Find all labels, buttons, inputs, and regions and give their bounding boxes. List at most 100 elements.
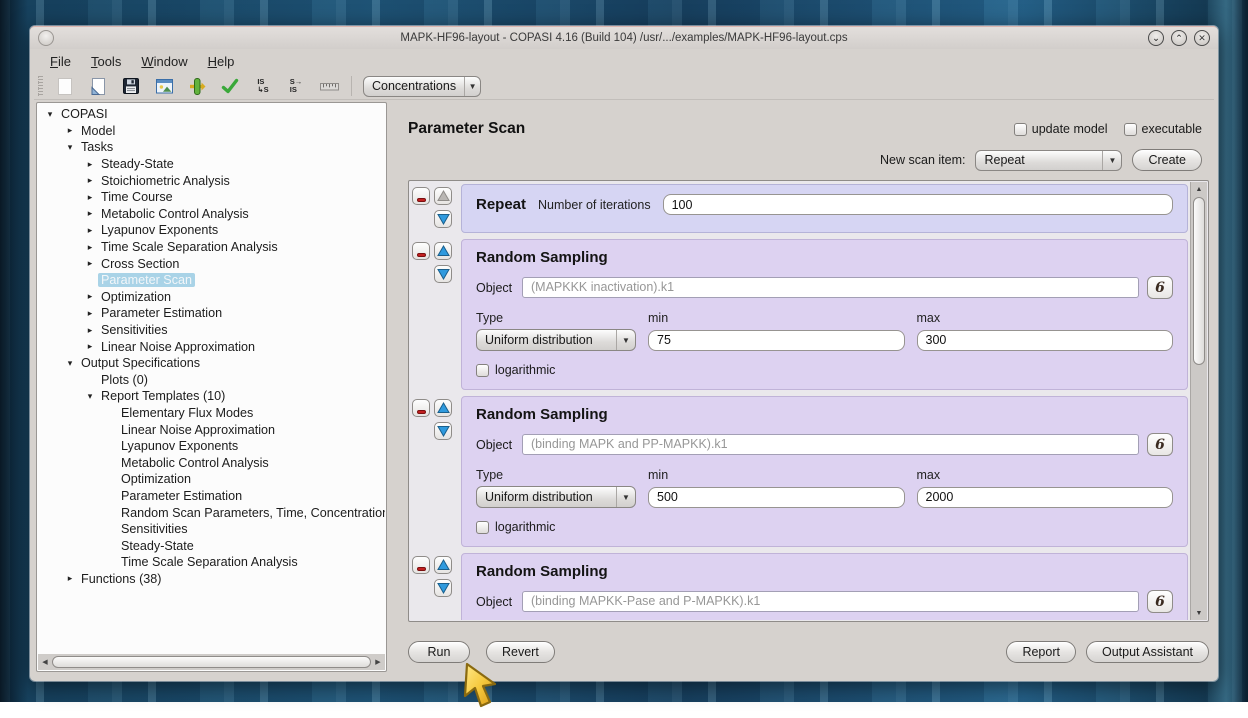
create-button[interactable]: Create <box>1132 149 1202 171</box>
scroll-down-icon[interactable]: ▼ <box>1191 606 1207 620</box>
remove-item-button[interactable] <box>412 399 430 417</box>
tree-item-metabolic-control-analysis[interactable]: Metabolic Control Analysis <box>38 454 385 471</box>
revert-button[interactable]: Revert <box>486 641 555 663</box>
update-model-option[interactable]: update model <box>1014 122 1108 136</box>
distribution-type-combobox[interactable]: Uniform distribution▼ <box>476 486 636 508</box>
tree-item-lyapunov-exponents[interactable]: Lyapunov Exponents <box>38 438 385 455</box>
move-item-up-button[interactable] <box>434 399 452 417</box>
tree-item-sensitivities[interactable]: ▸Sensitivities <box>38 322 385 339</box>
move-item-up-button[interactable] <box>434 556 452 574</box>
new-file-icon[interactable] <box>54 76 76 96</box>
scroll-up-icon[interactable]: ▲ <box>1191 182 1207 196</box>
tree-item-tasks[interactable]: ▾Tasks <box>38 139 385 156</box>
collapsed-arrow-icon[interactable]: ▸ <box>62 573 78 584</box>
expanded-arrow-icon[interactable]: ▾ <box>82 391 98 402</box>
scan-vertical-scrollbar[interactable]: ▲ ▼ <box>1190 182 1207 620</box>
logarithmic-checkbox[interactable] <box>476 364 489 377</box>
scroll-left-icon[interactable]: ◀ <box>38 658 52 666</box>
toolbar-grip[interactable] <box>38 76 43 96</box>
remove-item-button[interactable] <box>412 556 430 574</box>
quantity-type-combobox[interactable]: Concentrations ▼ <box>363 76 481 97</box>
remove-item-button[interactable] <box>412 242 430 260</box>
tree-item-copasi[interactable]: ▾COPASI <box>38 106 385 123</box>
executable-checkbox[interactable] <box>1124 123 1137 136</box>
tree-item-linear-noise-approximation[interactable]: ▸Linear Noise Approximation <box>38 338 385 355</box>
menu-help[interactable]: Help <box>200 52 243 71</box>
move-item-down-button[interactable] <box>434 210 452 228</box>
min-input[interactable] <box>648 487 905 508</box>
collapsed-arrow-icon[interactable]: ▸ <box>82 308 98 319</box>
max-input[interactable] <box>917 487 1174 508</box>
collapsed-arrow-icon[interactable]: ▸ <box>82 325 98 336</box>
new-scan-item-combobox[interactable]: Repeat ▼ <box>975 150 1122 171</box>
move-item-down-button[interactable] <box>434 422 452 440</box>
combobox-arrow-icon[interactable]: ▼ <box>1102 151 1121 170</box>
tree-item-steady-state[interactable]: ▸Steady-State <box>38 156 385 173</box>
tree-item-model[interactable]: ▸Model <box>38 123 385 140</box>
expanded-arrow-icon[interactable]: ▾ <box>62 358 78 369</box>
particle-to-concentration-icon[interactable]: IS ↳S <box>252 76 274 96</box>
minimize-icon[interactable]: ⌄ <box>1148 30 1164 46</box>
combobox-arrow-icon[interactable]: ▼ <box>464 77 480 96</box>
tree-item-time-scale-separation-analysis[interactable]: ▸Time Scale Separation Analysis <box>38 239 385 256</box>
tree-hscroll-thumb[interactable] <box>52 656 371 668</box>
titlebar[interactable]: MAPK-HF96-layout - COPASI 4.16 (Build 10… <box>30 26 1218 49</box>
output-assistant-button[interactable]: Output Assistant <box>1086 641 1209 663</box>
move-item-up-button[interactable] <box>434 242 452 260</box>
object-field[interactable]: (binding MAPKK-Pase and P-MAPKK).k1 <box>522 591 1139 612</box>
maximize-icon[interactable]: ⌃ <box>1171 30 1187 46</box>
object-browser-button[interactable]: 6 <box>1147 433 1173 456</box>
iterations-input[interactable] <box>663 194 1173 215</box>
menu-window[interactable]: Window <box>133 52 195 71</box>
update-model-checkbox[interactable] <box>1014 123 1027 136</box>
logarithmic-option[interactable]: logarithmic <box>476 520 1173 534</box>
tree-item-functions-38[interactable]: ▸Functions (38) <box>38 571 385 588</box>
open-file-icon[interactable] <box>87 76 109 96</box>
tree-item-time-scale-separation-analysis[interactable]: Time Scale Separation Analysis <box>38 554 385 571</box>
check-model-icon[interactable] <box>219 76 241 96</box>
tree-item-linear-noise-approximation[interactable]: Linear Noise Approximation <box>38 421 385 438</box>
menu-file[interactable]: File <box>42 52 79 71</box>
tree-item-cross-section[interactable]: ▸Cross Section <box>38 255 385 272</box>
close-icon[interactable]: ✕ <box>1194 30 1210 46</box>
tree-item-parameter-scan[interactable]: Parameter Scan <box>38 272 385 289</box>
collapsed-arrow-icon[interactable]: ▸ <box>82 258 98 269</box>
tree-item-lyapunov-exponents[interactable]: ▸Lyapunov Exponents <box>38 222 385 239</box>
remove-item-button[interactable] <box>412 187 430 205</box>
collapsed-arrow-icon[interactable]: ▸ <box>82 159 98 170</box>
tree-item-stoichiometric-analysis[interactable]: ▸Stoichiometric Analysis <box>38 172 385 189</box>
object-browser-button[interactable]: 6 <box>1147 276 1173 299</box>
distribution-type-combobox[interactable]: Uniform distribution▼ <box>476 329 636 351</box>
tree-item-parameter-estimation[interactable]: Parameter Estimation <box>38 488 385 505</box>
run-button[interactable]: Run <box>408 641 470 663</box>
concentration-to-particle-icon[interactable]: S→ IS <box>285 76 307 96</box>
save-icon[interactable] <box>120 76 142 96</box>
move-item-up-button[interactable] <box>434 187 452 205</box>
merge-model-icon[interactable] <box>186 76 208 96</box>
collapsed-arrow-icon[interactable]: ▸ <box>82 291 98 302</box>
object-field[interactable]: (binding MAPK and PP-MAPKK).k1 <box>522 434 1139 455</box>
collapsed-arrow-icon[interactable]: ▸ <box>82 192 98 203</box>
tree-item-plots-0[interactable]: Plots (0) <box>38 372 385 389</box>
object-browser-button[interactable]: 6 <box>1147 590 1173 613</box>
collapsed-arrow-icon[interactable]: ▸ <box>82 208 98 219</box>
units-ruler-icon[interactable] <box>318 76 340 96</box>
report-button[interactable]: Report <box>1006 641 1076 663</box>
combobox-arrow-icon[interactable]: ▼ <box>616 330 635 350</box>
tree-item-parameter-estimation[interactable]: ▸Parameter Estimation <box>38 305 385 322</box>
move-item-down-button[interactable] <box>434 579 452 597</box>
tree-horizontal-scrollbar[interactable]: ◀ ▶ <box>38 654 385 670</box>
scroll-right-icon[interactable]: ▶ <box>371 658 385 666</box>
capture-image-icon[interactable] <box>153 76 175 96</box>
tree-item-random-scan-parameters-time-concentrations[interactable]: Random Scan Parameters, Time, Concentrat… <box>38 504 385 521</box>
collapsed-arrow-icon[interactable]: ▸ <box>62 125 78 136</box>
tree-item-optimization[interactable]: ▸Optimization <box>38 289 385 306</box>
executable-option[interactable]: executable <box>1124 122 1202 136</box>
collapsed-arrow-icon[interactable]: ▸ <box>82 225 98 236</box>
expanded-arrow-icon[interactable]: ▾ <box>62 142 78 153</box>
collapsed-arrow-icon[interactable]: ▸ <box>82 242 98 253</box>
menu-tools[interactable]: Tools <box>83 52 129 71</box>
tree-item-steady-state[interactable]: Steady-State <box>38 537 385 554</box>
object-field[interactable]: (MAPKKK inactivation).k1 <box>522 277 1139 298</box>
combobox-arrow-icon[interactable]: ▼ <box>616 487 635 507</box>
